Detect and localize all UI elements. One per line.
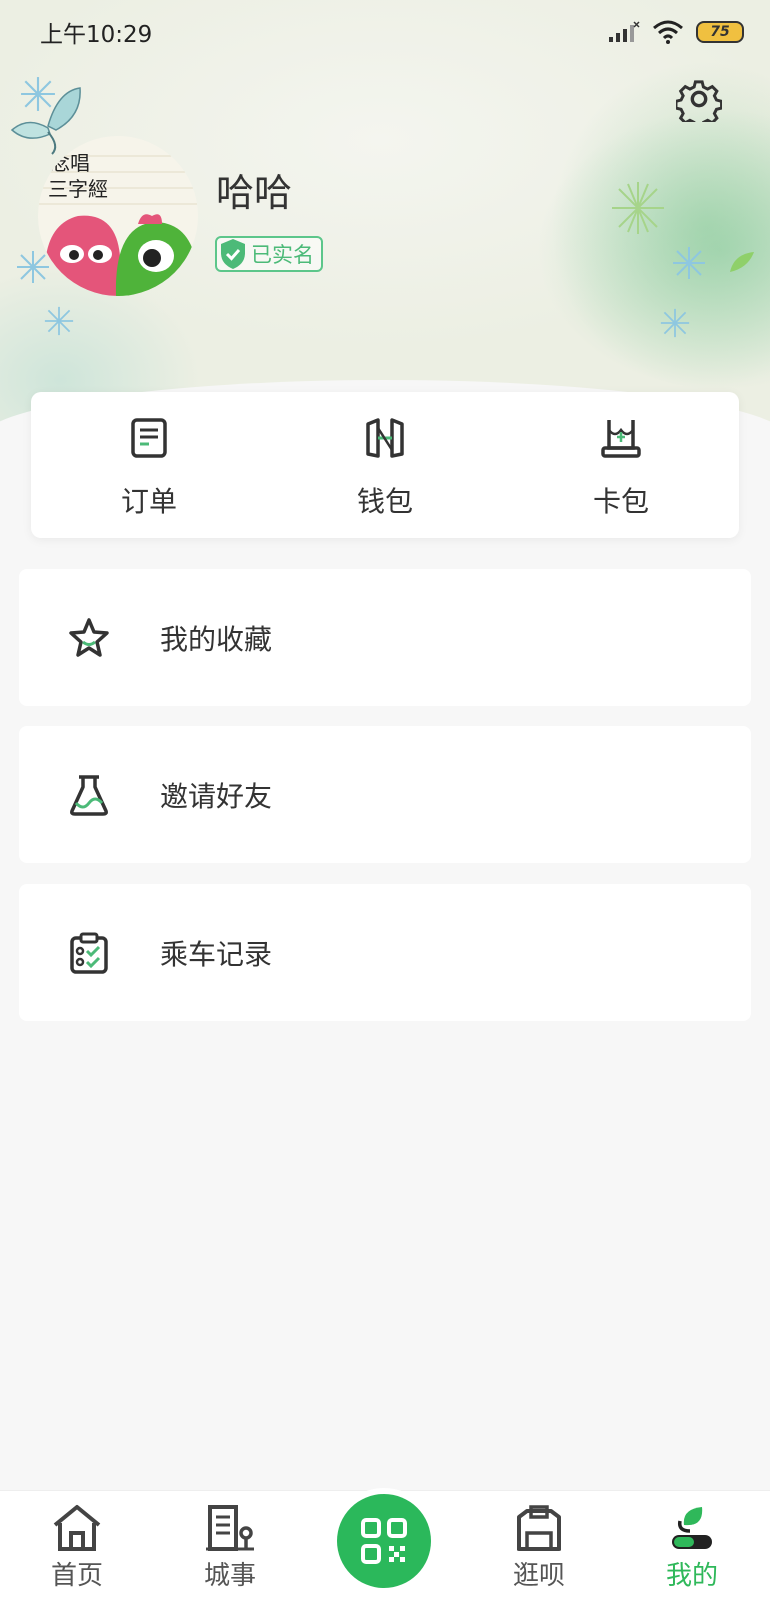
quick-action-label: 钱包 bbox=[356, 485, 413, 518]
home-icon bbox=[53, 1505, 101, 1551]
nav-label: 我的 bbox=[665, 1561, 718, 1591]
wallet-icon bbox=[366, 418, 404, 458]
nav-item-city[interactable]: 城事 bbox=[170, 1491, 290, 1600]
star-icon bbox=[69, 617, 109, 657]
user-icon bbox=[672, 1507, 712, 1549]
verified-label: 已实名 bbox=[251, 243, 314, 267]
verified-badge: 已实名 bbox=[215, 236, 323, 272]
order-icon bbox=[131, 418, 167, 458]
qr-scan-icon bbox=[361, 1518, 407, 1564]
nav-label: 首页 bbox=[50, 1561, 103, 1591]
menu-item-label: 邀请好友 bbox=[160, 779, 273, 813]
quick-action-wallet[interactable]: 钱包 bbox=[267, 392, 503, 538]
flower-decoration bbox=[612, 182, 664, 234]
avatar-illustration: 念唱 三字經 bbox=[38, 136, 198, 296]
status-bar: 上午10:29 75 bbox=[0, 0, 770, 64]
wifi-icon bbox=[653, 20, 683, 44]
card-package-icon bbox=[601, 420, 641, 458]
battery-indicator: 75 bbox=[696, 21, 744, 43]
quick-action-card-package[interactable]: 卡包 bbox=[503, 392, 739, 538]
menu-item-favorites[interactable]: 我的收藏 bbox=[19, 569, 751, 706]
nav-item-shop[interactable]: 逛呗 bbox=[479, 1491, 599, 1600]
menu-item-label: 我的收藏 bbox=[160, 622, 273, 656]
flower-decoration bbox=[44, 306, 74, 336]
flower-decoration bbox=[673, 247, 705, 279]
settings-gear-icon[interactable] bbox=[676, 76, 722, 122]
status-time: 上午10:29 bbox=[40, 22, 153, 48]
svg-text:三字經: 三字經 bbox=[48, 177, 108, 201]
shop-icon bbox=[517, 1505, 561, 1551]
quick-actions-card: 订单 钱包 卡包 bbox=[31, 392, 739, 538]
quick-action-label: 卡包 bbox=[592, 485, 649, 518]
cellular-signal-icon bbox=[609, 21, 640, 42]
quick-action-orders[interactable]: 订单 bbox=[31, 392, 267, 538]
city-icon bbox=[206, 1505, 254, 1551]
butterfly-decoration bbox=[10, 87, 81, 155]
nav-item-mine[interactable]: 我的 bbox=[632, 1491, 752, 1600]
menu-item-invite-friends[interactable]: 邀请好友 bbox=[19, 726, 751, 863]
menu-item-ride-history[interactable]: 乘车记录 bbox=[19, 884, 751, 1021]
quick-action-label: 订单 bbox=[120, 485, 177, 518]
username: 哈哈 bbox=[216, 171, 293, 215]
leaf-decoration bbox=[730, 252, 754, 272]
nav-label: 逛呗 bbox=[512, 1561, 565, 1591]
nav-item-home[interactable]: 首页 bbox=[17, 1491, 137, 1600]
invite-icon bbox=[70, 774, 108, 816]
flower-decoration bbox=[660, 308, 690, 338]
shield-check-icon bbox=[221, 239, 245, 269]
menu-item-label: 乘车记录 bbox=[160, 937, 273, 971]
flower-decoration bbox=[17, 251, 49, 283]
avatar[interactable]: 念唱 三字經 bbox=[38, 136, 198, 296]
qr-scan-button[interactable] bbox=[337, 1494, 431, 1588]
nav-label: 城事 bbox=[203, 1561, 256, 1591]
clipboard-check-icon bbox=[70, 932, 108, 974]
